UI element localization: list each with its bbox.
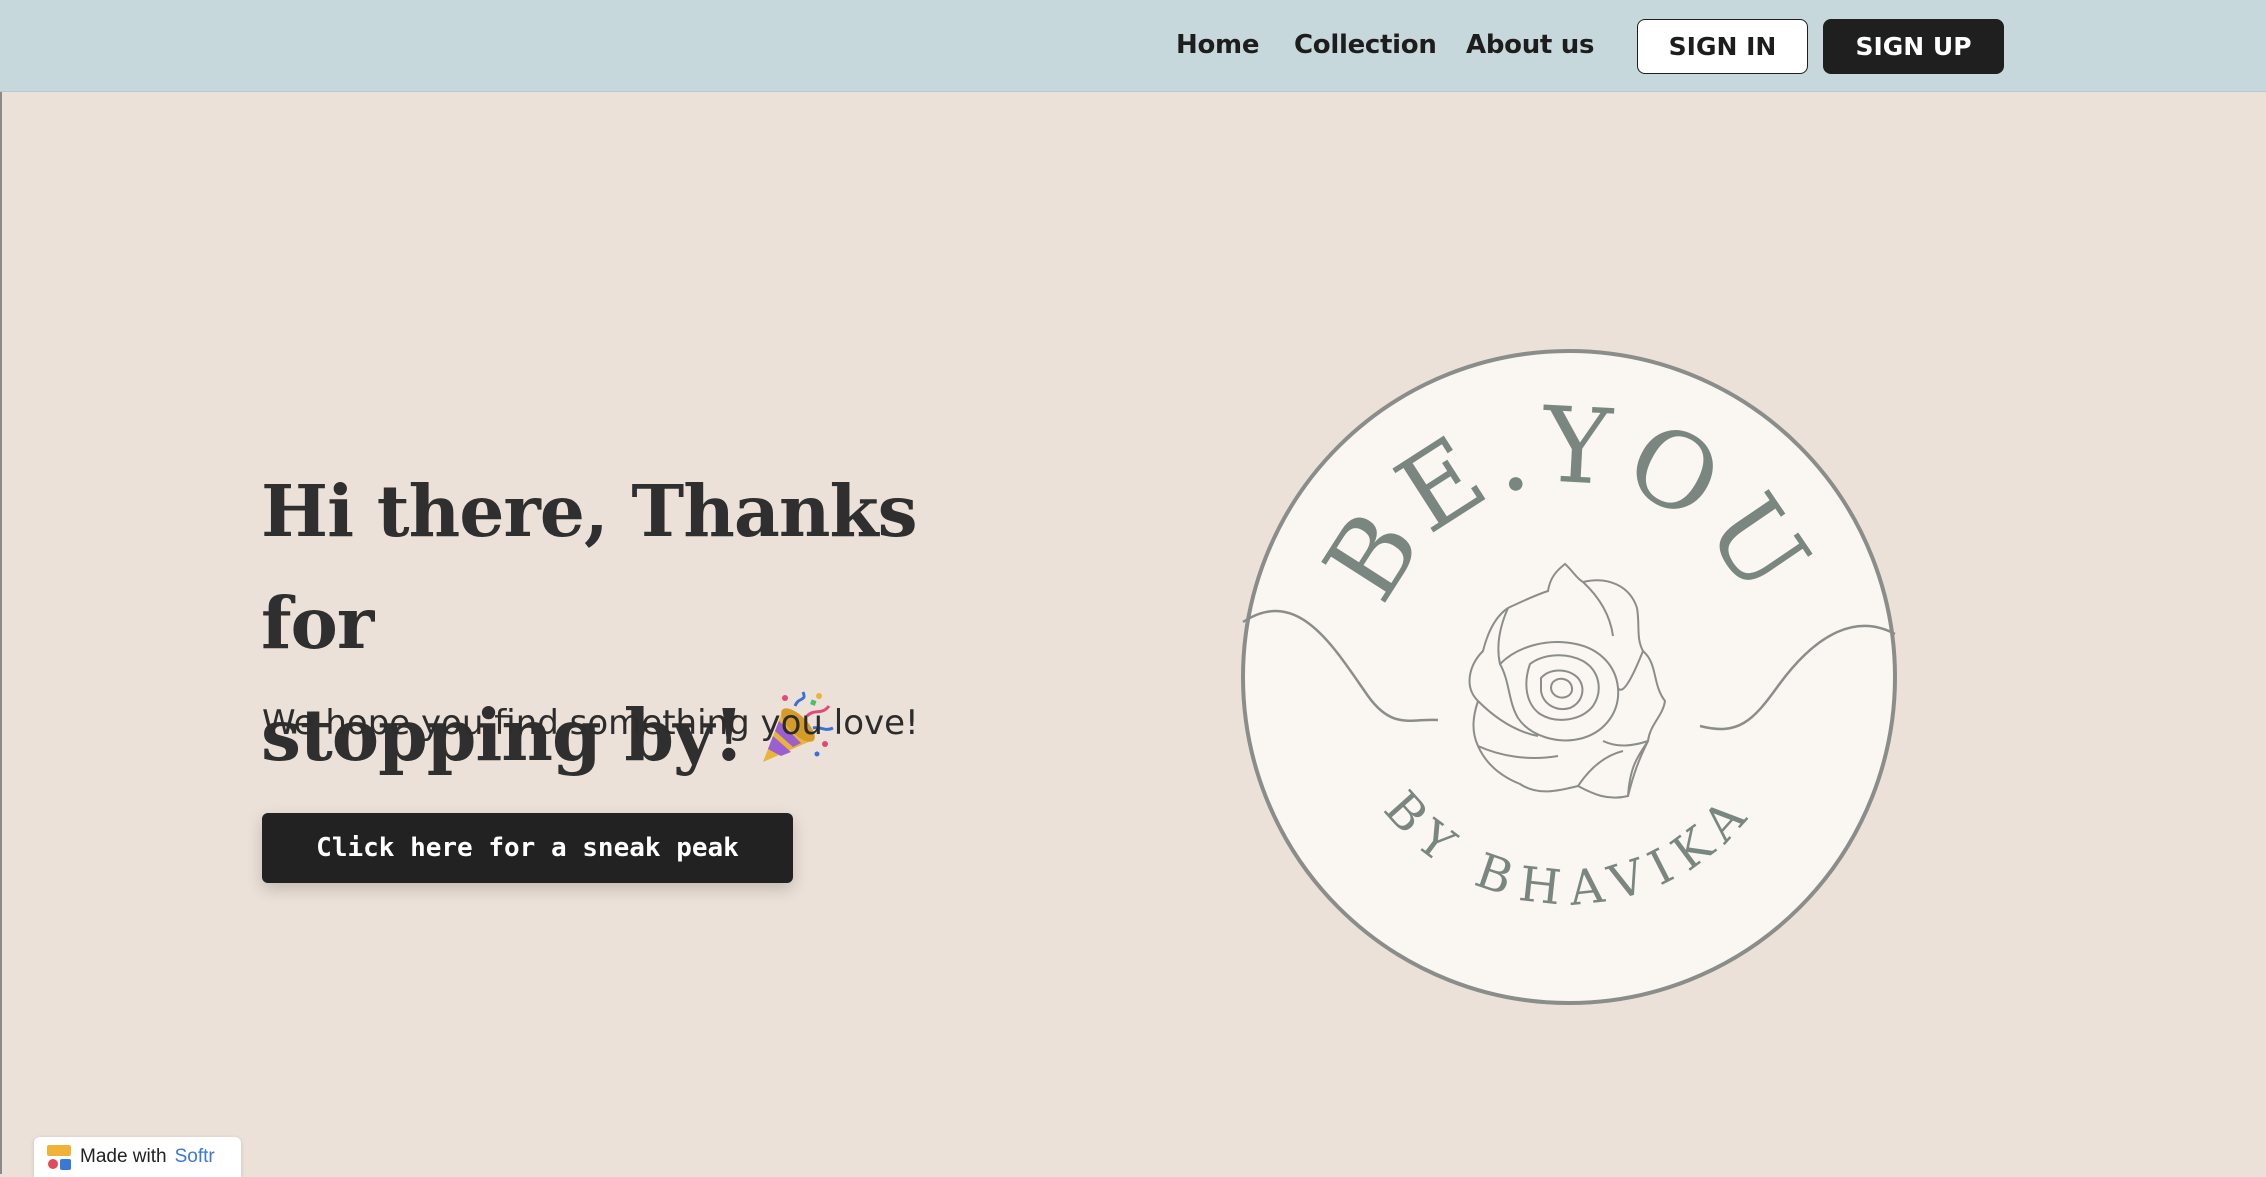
hero-title: Hi there, Thanks for stopping by! [261,455,1021,799]
hero-title-line1: Hi there, Thanks for [261,469,918,665]
sign-in-button[interactable]: SIGN IN [1637,19,1808,74]
sign-up-button[interactable]: SIGN UP [1823,19,2004,74]
top-navbar: Home Collection About us SIGN IN SIGN UP [0,0,2266,92]
hero-subtitle: We hope you find something you love! [262,703,919,743]
nav-home-link[interactable]: Home [1176,30,1259,60]
nav-about-link[interactable]: About us [1466,30,1594,60]
nav-collection-link[interactable]: Collection [1294,30,1437,60]
made-with-softr-badge[interactable]: Made with Softr [34,1137,241,1177]
sneak-peak-button[interactable]: Click here for a sneak peak [262,813,793,883]
softr-logo-icon [46,1144,72,1170]
brand-logo: BE.YOU BY BHAVIKA [1238,346,1900,1008]
badge-made-with-text: Made with [80,1146,167,1167]
badge-brand-text: Softr [174,1146,215,1167]
